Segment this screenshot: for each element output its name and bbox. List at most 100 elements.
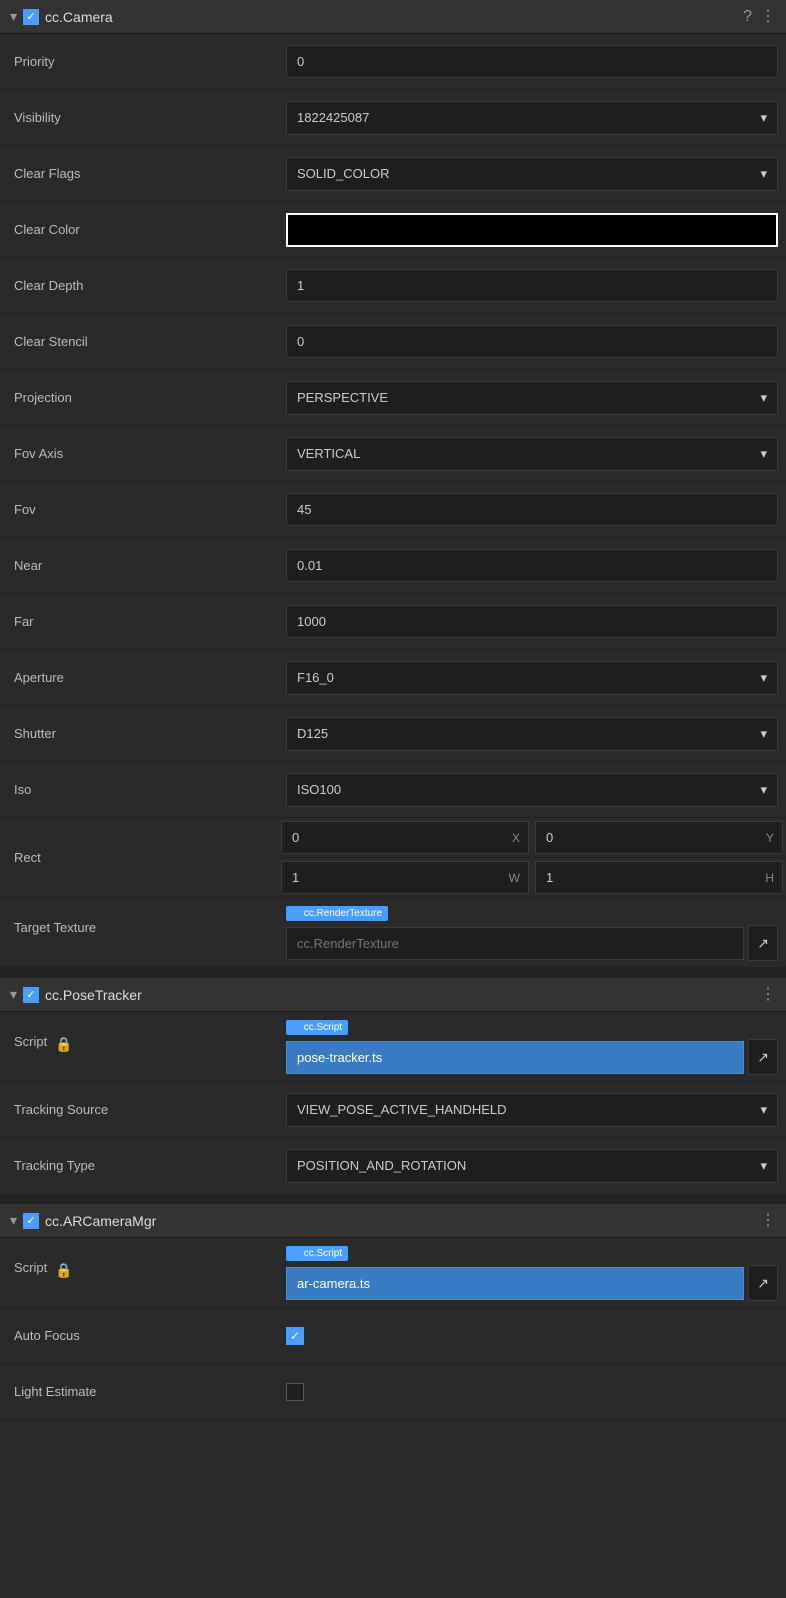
rect-wh-row: W H [278,858,786,897]
rect-row: Rect X Y W H [0,818,786,898]
clear-depth-input[interactable] [286,269,778,302]
shutter-select[interactable]: D125 ▾ [286,717,778,751]
auto-focus-checkbox[interactable]: ✓ [286,1327,304,1345]
light-estimate-checkbox[interactable] [286,1383,304,1401]
camera-component-header: ▾ ✓ cc.Camera ? ⋮ [0,0,786,34]
projection-row: Projection PERSPECTIVE ▾ [0,370,786,426]
tracking-source-chevron: ▾ [760,1102,767,1118]
aperture-chevron: ▾ [760,670,767,686]
target-texture-value: ◆ cc.RenderTexture ↗ [278,898,786,967]
clear-color-picker[interactable] [286,213,778,247]
camera-component-title: cc.Camera [45,9,737,25]
target-texture-row: Target Texture ◆ cc.RenderTexture ↗ [0,898,786,968]
arcameramgr-script-badge: ◆ cc.Script [286,1246,348,1261]
tracking-source-select[interactable]: VIEW_POSE_ACTIVE_HANDHELD ▾ [286,1093,778,1127]
pose-tracker-collapse-chevron[interactable]: ▾ [10,986,17,1003]
priority-value [278,39,786,84]
arcameramgr-script-input-row: ↗ [286,1265,778,1301]
camera-more-button[interactable]: ⋮ [760,9,776,25]
tracking-type-row: Tracking Type POSITION_AND_ROTATION ▾ [0,1138,786,1194]
pose-tracker-script-value: ◆ cc.Script ↗ [278,1012,786,1081]
fov-axis-select[interactable]: VERTICAL ▾ [286,437,778,471]
rect-x-label: X [504,831,528,845]
light-estimate-row: Light Estimate [0,1364,786,1420]
clear-color-row: Clear Color [0,202,786,258]
shutter-value: D125 ▾ [278,711,786,757]
projection-value: PERSPECTIVE ▾ [278,375,786,421]
iso-select[interactable]: ISO100 ▾ [286,773,778,807]
target-texture-link-button[interactable]: ↗ [748,925,778,961]
rect-x-cell: X [281,821,529,854]
near-input[interactable] [286,549,778,582]
arcameramgr-script-lock-icon: 🔒 [55,1262,72,1279]
tracking-type-chevron: ▾ [760,1158,767,1174]
fov-label: Fov [0,492,278,527]
aperture-row: Aperture F16_0 ▾ [0,650,786,706]
diamond-icon: ◆ [292,908,300,919]
tracking-type-select[interactable]: POSITION_AND_ROTATION ▾ [286,1149,778,1183]
rect-w-label: W [501,871,528,885]
target-texture-input[interactable] [286,927,744,960]
priority-label: Priority [0,44,278,79]
arcameramgr-script-input[interactable] [286,1267,744,1300]
arcameramgr-script-link-button[interactable]: ↗ [748,1265,778,1301]
visibility-select[interactable]: 1822425087 ▾ [286,101,778,135]
pose-tracker-more-button[interactable]: ⋮ [760,987,776,1003]
priority-input[interactable] [286,45,778,78]
rect-y-label: Y [758,831,782,845]
pose-tracker-script-input-row: ↗ [286,1039,778,1075]
tracking-type-label: Tracking Type [0,1148,278,1183]
aperture-value: F16_0 ▾ [278,655,786,701]
camera-help-button[interactable]: ? [743,9,752,25]
arcameramgr-collapse-chevron[interactable]: ▾ [10,1212,17,1229]
pose-tracker-script-label: Script 🔒 [0,1012,278,1063]
visibility-label: Visibility [0,100,278,135]
clear-color-label: Clear Color [0,212,278,247]
arcameramgr-script-label: Script 🔒 [0,1238,278,1289]
section-divider-1 [0,968,786,978]
pose-tracker-enabled-checkbox[interactable]: ✓ [23,987,39,1003]
iso-value: ISO100 ▾ [278,767,786,813]
clear-stencil-label: Clear Stencil [0,324,278,359]
arcameramgr-more-button[interactable]: ⋮ [760,1213,776,1229]
far-input[interactable] [286,605,778,638]
texture-input-row: ↗ [286,925,778,961]
fov-input[interactable] [286,493,778,526]
rect-w-input[interactable] [282,862,501,893]
fov-value [278,487,786,532]
aperture-select[interactable]: F16_0 ▾ [286,661,778,695]
pose-tracker-component-header: ▾ ✓ cc.PoseTracker ⋮ [0,978,786,1012]
iso-row: Iso ISO100 ▾ [0,762,786,818]
clear-flags-select[interactable]: SOLID_COLOR ▾ [286,157,778,191]
arcameramgr-header-icons: ⋮ [760,1213,776,1229]
rect-h-input[interactable] [536,862,757,893]
fov-axis-row: Fov Axis VERTICAL ▾ [0,426,786,482]
far-row: Far [0,594,786,650]
rect-x-input[interactable] [282,822,504,853]
clear-flags-chevron: ▾ [760,166,767,182]
rect-h-cell: H [535,861,783,894]
diamond-icon-2: ◆ [292,1022,300,1033]
shutter-chevron: ▾ [760,726,767,742]
projection-select[interactable]: PERSPECTIVE ▾ [286,381,778,415]
far-label: Far [0,604,278,639]
tracking-type-value: POSITION_AND_ROTATION ▾ [278,1143,786,1189]
visibility-row: Visibility 1822425087 ▾ [0,90,786,146]
clear-flags-value: SOLID_COLOR ▾ [278,151,786,197]
aperture-label: Aperture [0,660,278,695]
pose-tracker-script-input[interactable] [286,1041,744,1074]
clear-depth-label: Clear Depth [0,268,278,303]
camera-enabled-checkbox[interactable]: ✓ [23,9,39,25]
pose-tracker-script-badge: ◆ cc.Script [286,1020,348,1035]
far-value [278,599,786,644]
tracking-source-row: Tracking Source VIEW_POSE_ACTIVE_HANDHEL… [0,1082,786,1138]
clear-color-value [278,207,786,253]
rect-y-input[interactable] [536,822,758,853]
pose-tracker-script-link-button[interactable]: ↗ [748,1039,778,1075]
clear-stencil-input[interactable] [286,325,778,358]
clear-flags-row: Clear Flags SOLID_COLOR ▾ [0,146,786,202]
arcameramgr-enabled-checkbox[interactable]: ✓ [23,1213,39,1229]
camera-collapse-chevron[interactable]: ▾ [10,8,17,25]
arcameramgr-script-value: ◆ cc.Script ↗ [278,1238,786,1307]
shutter-label: Shutter [0,716,278,751]
